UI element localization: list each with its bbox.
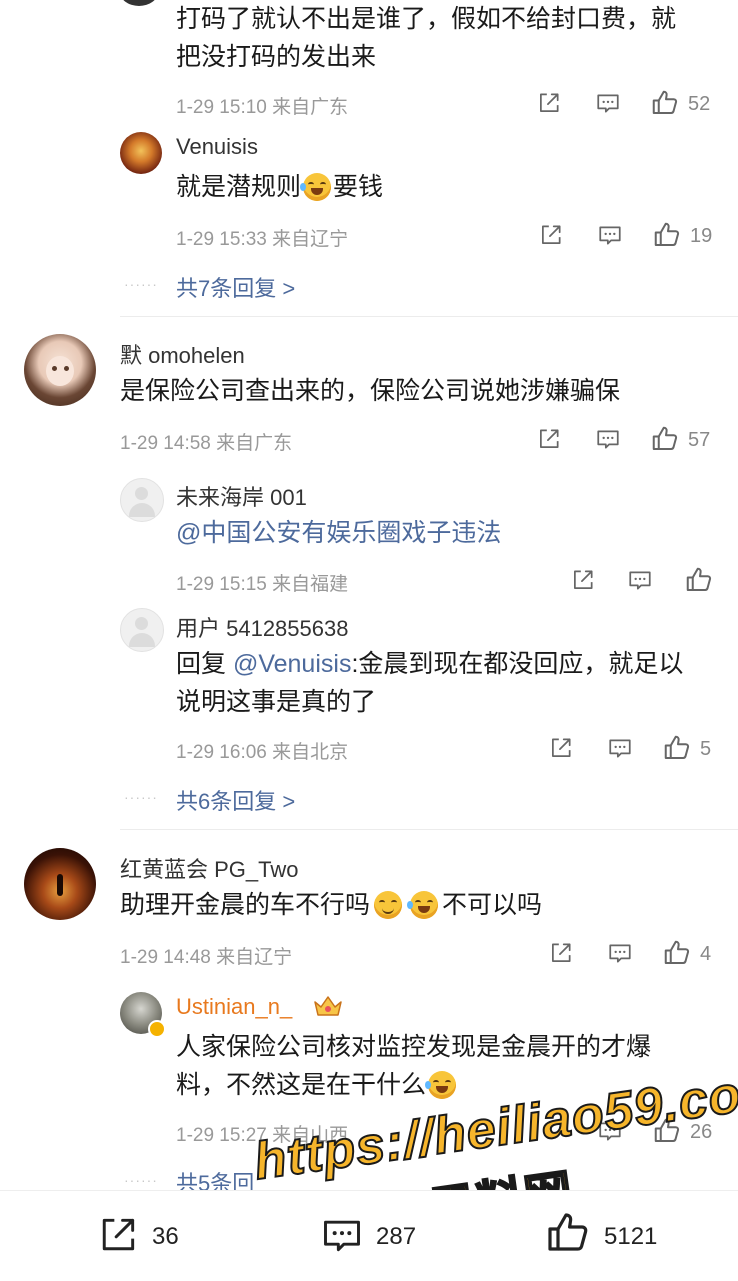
more-replies-link[interactable]: 共6条回复 >: [176, 784, 295, 816]
share-icon[interactable]: [548, 735, 574, 761]
comment-icon[interactable]: [606, 940, 634, 966]
comment-count: 287: [376, 1223, 417, 1250]
share-icon[interactable]: [538, 222, 564, 248]
avatar[interactable]: [120, 132, 162, 174]
more-dots: ······: [124, 789, 158, 805]
more-dots: ······: [124, 1172, 158, 1188]
comment-location: 来自广东: [272, 97, 349, 118]
comment-icon[interactable]: [606, 735, 634, 761]
share-count: 36: [152, 1223, 179, 1250]
like-icon[interactable]: [662, 938, 692, 968]
user-name[interactable]: 默 omohelen: [120, 338, 245, 370]
user-name[interactable]: 用户 5412855638: [176, 611, 348, 643]
reply-meta: 1-29 15:33 来自辽宁: [176, 229, 349, 250]
share-icon[interactable]: [548, 940, 574, 966]
more-dots: ······: [124, 276, 158, 292]
crying-laugh-emoji-icon: [300, 173, 332, 201]
user-name[interactable]: Venuisis: [176, 134, 258, 160]
default-avatar-icon[interactable]: [120, 478, 164, 522]
crown-badge-icon: [312, 994, 344, 1023]
bottom-action-bar: 36 287 5121: [0, 1190, 738, 1281]
reply-text: 就是潜规则 要钱: [176, 173, 384, 201]
like-count: 5121: [604, 1223, 658, 1250]
like-count: 19: [690, 225, 713, 247]
avatar[interactable]: [120, 0, 158, 6]
smile-emoji-icon: [374, 891, 403, 919]
user-name[interactable]: 红黄蓝会 PG_Two: [120, 852, 298, 884]
share-icon[interactable]: [536, 426, 562, 452]
mention-link[interactable]: @Venuisis: [233, 650, 352, 678]
reply-meta: 1-29 16:06 来自北京: [176, 742, 349, 763]
crying-laugh-emoji-icon: [425, 1071, 457, 1099]
comment-text: 助理开金晨的车不行吗 不可以吗: [120, 891, 543, 919]
comment-meta: 1-29 14:48 来自辽宁: [120, 947, 293, 968]
crying-laugh-emoji-icon: [407, 891, 439, 919]
like-icon[interactable]: [662, 733, 692, 763]
comment-text: 打码了就认不出是谁了，假如不给封口费，就 把没打码的发出来: [176, 5, 677, 71]
divider: [120, 829, 738, 830]
like-icon: [544, 1209, 592, 1257]
like-count: 4: [700, 943, 712, 965]
comment-meta: 1-29 15:10 来自广东: [176, 92, 348, 119]
comment-icon[interactable]: [596, 222, 624, 248]
user-name[interactable]: 未来海岸 001: [176, 480, 307, 512]
like-icon[interactable]: [684, 565, 714, 595]
share-icon[interactable]: [536, 90, 562, 116]
verified-badge-icon: [148, 1020, 166, 1038]
share-icon[interactable]: [570, 567, 596, 593]
comment-text: 是保险公司查出来的，保险公司说她涉嫌骗保: [120, 377, 621, 405]
comment-icon: [318, 1213, 366, 1257]
more-replies-link[interactable]: 共7条回复 >: [176, 271, 295, 303]
like-count: 52: [688, 93, 711, 115]
reply-text: 回复 @Venuisis:金晨到现在都没回应，就足以 说明这事是真的了: [176, 650, 684, 716]
user-name[interactable]: Ustinian_n_: [176, 994, 292, 1020]
avatar[interactable]: [24, 334, 96, 406]
like-icon[interactable]: [650, 424, 680, 454]
divider: [120, 316, 738, 317]
comment-icon[interactable]: [594, 426, 622, 452]
comment-meta: 1-29 14:58 来自广东: [120, 433, 293, 454]
comment-icon[interactable]: [594, 90, 622, 116]
like-icon[interactable]: [652, 220, 682, 250]
comment-icon[interactable]: [626, 567, 654, 593]
default-avatar-icon[interactable]: [120, 608, 164, 652]
like-count: 57: [688, 429, 711, 451]
mention-link[interactable]: @中国公安有娱乐圈戏子违法: [176, 514, 501, 552]
like-count: 5: [700, 738, 712, 760]
comment-time: 1-29 15:10: [176, 97, 267, 118]
avatar[interactable]: [24, 848, 96, 920]
like-icon[interactable]: [650, 88, 680, 118]
share-icon: [96, 1213, 140, 1257]
reply-meta: 1-29 15:15 来自福建: [176, 574, 349, 595]
